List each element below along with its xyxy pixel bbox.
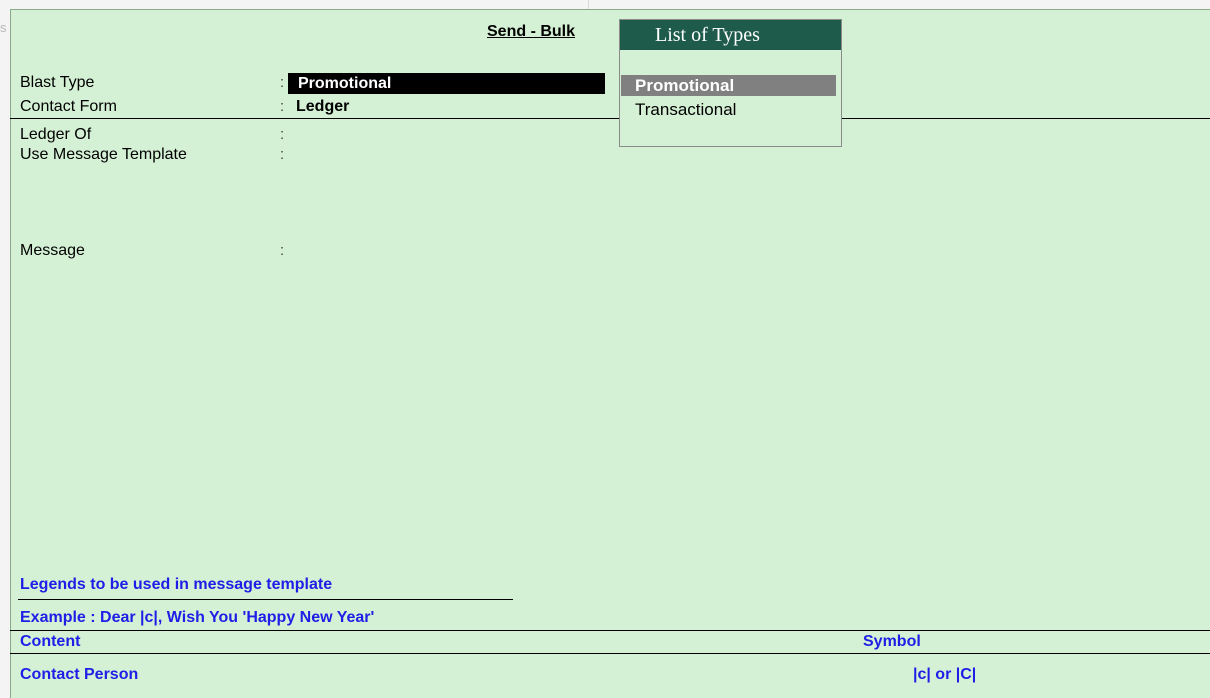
contact-form-label: Contact Form — [20, 98, 117, 115]
use-message-template-label: Use Message Template — [20, 146, 187, 163]
header-divider-right — [842, 118, 1210, 119]
blast-type-field[interactable]: Promotional — [288, 73, 605, 94]
divider — [588, 0, 589, 9]
message-label: Message — [20, 242, 85, 259]
page-title: Send - Bulk — [487, 23, 576, 40]
legends-example: Example : Dear |c|, Wish You 'Happy New … — [20, 609, 375, 626]
symbol-column-header: Symbol — [863, 633, 921, 650]
popup-title: List of Types — [620, 20, 841, 50]
background-text: s — [0, 20, 7, 35]
colon: : — [280, 126, 285, 143]
colon: : — [280, 74, 285, 91]
table-header-line — [10, 653, 1210, 654]
popup-item-promotional[interactable]: Promotional — [621, 75, 836, 96]
colon: : — [280, 98, 285, 115]
legend-row-symbol: |c| or |C| — [913, 666, 977, 683]
bulk-send-panel — [10, 9, 1210, 698]
colon: : — [280, 146, 285, 163]
legend-row-content: Contact Person — [20, 666, 139, 683]
popup-item-transactional[interactable]: Transactional — [621, 99, 836, 120]
content-column-header: Content — [20, 633, 81, 650]
ledger-of-label: Ledger Of — [20, 126, 92, 143]
list-of-types-popup: List of Types Promotional Transactional — [619, 19, 842, 147]
window-top-strip — [0, 0, 1210, 9]
colon: : — [280, 242, 285, 259]
contact-form-field[interactable]: Ledger — [296, 98, 349, 116]
blast-type-label: Blast Type — [20, 74, 95, 91]
table-top-line — [10, 630, 1210, 631]
legends-underline — [18, 599, 513, 600]
background-window-strip: s — [0, 0, 10, 698]
legends-heading: Legends to be used in message template — [20, 576, 333, 593]
